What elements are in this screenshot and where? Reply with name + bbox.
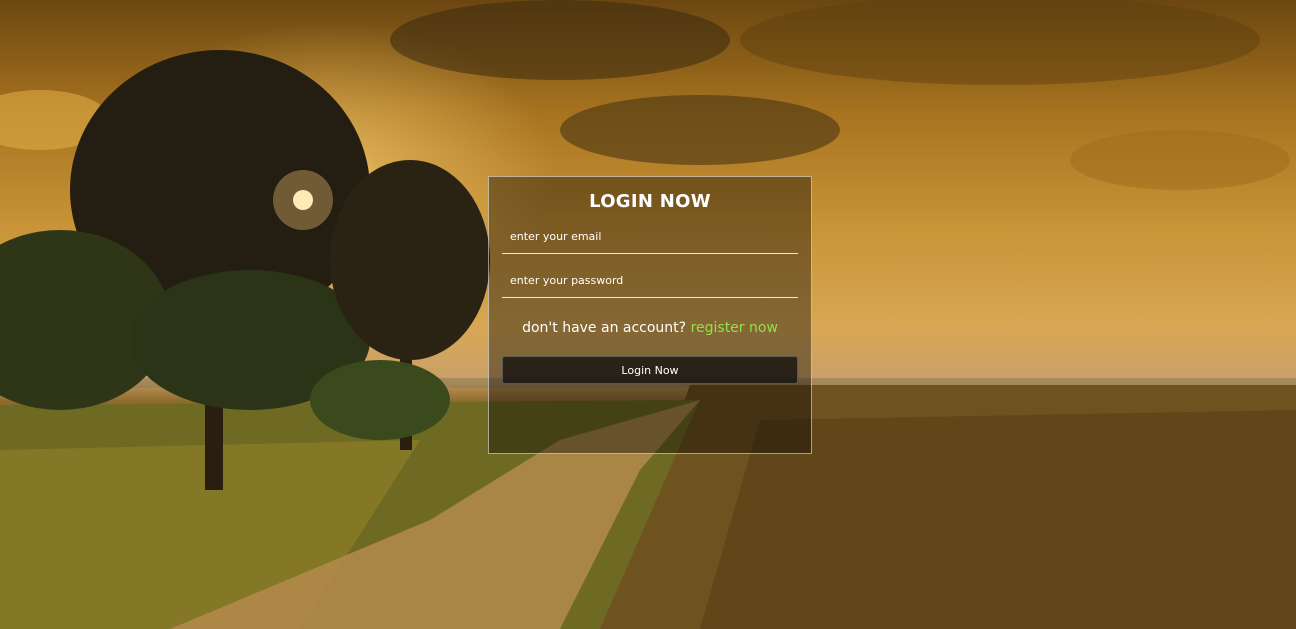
password-field[interactable] — [502, 264, 798, 298]
register-link[interactable]: register now — [691, 320, 778, 336]
login-form-card: LOGIN NOW don't have an account? registe… — [488, 176, 812, 454]
login-title: LOGIN NOW — [589, 191, 711, 212]
register-prompt-text: don't have an account? — [522, 320, 687, 336]
email-field[interactable] — [502, 220, 798, 254]
register-prompt-line: don't have an account? register now — [502, 320, 798, 336]
login-button[interactable]: Login Now — [502, 356, 798, 384]
